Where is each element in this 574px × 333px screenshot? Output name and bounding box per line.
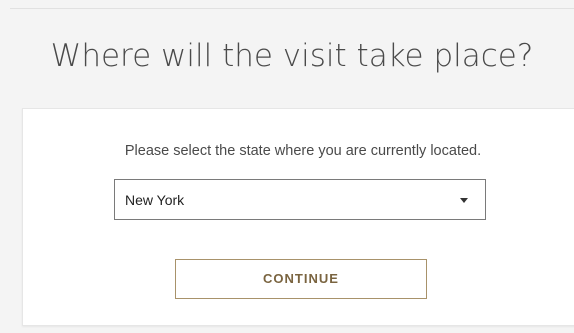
state-dropdown[interactable]: New York — [114, 179, 486, 220]
state-selected-value: New York — [125, 192, 185, 208]
page-title: Where will the visit take place? — [50, 38, 534, 74]
state-prompt: Please select the state where you are cu… — [124, 143, 482, 159]
top-divider — [10, 8, 574, 9]
chevron-down-icon — [460, 198, 468, 203]
continue-button[interactable]: CONTINUE — [175, 259, 427, 299]
location-card: Please select the state where you are cu… — [22, 108, 574, 326]
